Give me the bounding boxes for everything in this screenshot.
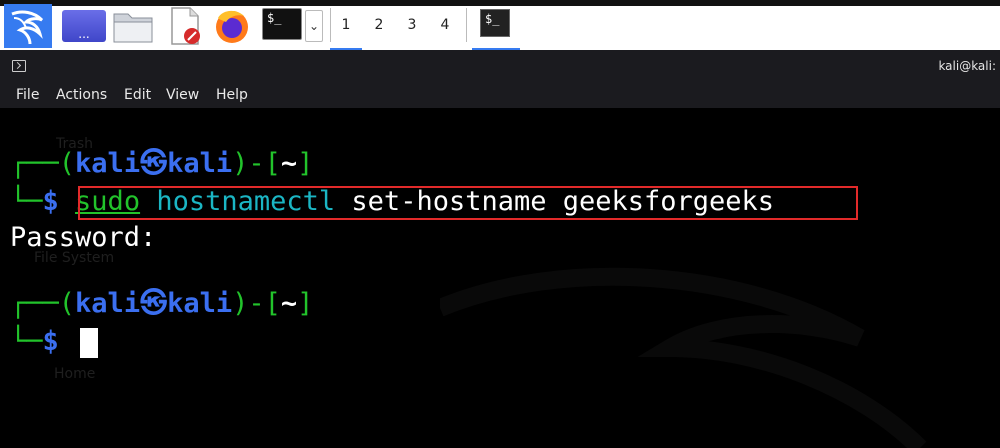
workspace-label: 1 bbox=[341, 17, 351, 33]
file-manager-launcher[interactable] bbox=[112, 8, 154, 44]
prompt-user: kali bbox=[75, 288, 141, 319]
kali-dragon-icon bbox=[11, 10, 44, 45]
prompt-user: kali bbox=[75, 148, 141, 179]
firefox-icon bbox=[216, 10, 248, 43]
workspace-1[interactable]: 1 bbox=[330, 0, 362, 50]
workspace-3[interactable]: 3 bbox=[396, 0, 428, 50]
terminal-icon: $_ bbox=[480, 9, 510, 37]
password-prompt: Password: bbox=[10, 222, 157, 253]
text-cursor[interactable] bbox=[80, 328, 98, 358]
prompt-paren-open: ( bbox=[58, 148, 76, 179]
prompt-line-2: ┌──(kali㉿kali)-[~] bbox=[10, 286, 313, 322]
menu-edit[interactable]: Edit bbox=[124, 87, 151, 103]
prompt-bracket: )-[ bbox=[232, 148, 281, 179]
text-editor-launcher[interactable] bbox=[168, 6, 204, 46]
menu-file[interactable]: File bbox=[16, 87, 39, 103]
terminal-window-icon bbox=[12, 60, 26, 72]
output-line: Password: bbox=[10, 220, 156, 256]
terminal-launcher[interactable]: $_ bbox=[262, 8, 302, 40]
terminal-prompt-icon: $_ bbox=[267, 11, 282, 25]
kali-dragon-watermark bbox=[440, 267, 927, 448]
workspace-2[interactable]: 2 bbox=[363, 0, 395, 50]
prompt-corner: └─ bbox=[10, 186, 43, 217]
prompt-corner: ┌── bbox=[10, 148, 59, 179]
kali-menu-button[interactable] bbox=[4, 4, 52, 48]
firefox-launcher[interactable] bbox=[212, 6, 252, 46]
workspace-label: 2 bbox=[374, 17, 384, 33]
folder-icon bbox=[113, 13, 153, 43]
command-highlight-box bbox=[78, 186, 858, 220]
menu-actions[interactable]: Actions bbox=[56, 87, 107, 103]
prompt-host: kali bbox=[167, 148, 233, 179]
show-desktop-button[interactable]: ... bbox=[62, 10, 106, 42]
menu-view[interactable]: View bbox=[166, 87, 199, 103]
menu-bar: File Actions Edit View Help bbox=[0, 82, 1000, 108]
prompt-line-1: ┌──(kali㉿kali)-[~] bbox=[10, 146, 313, 182]
desktop-label-home: Home bbox=[54, 366, 96, 382]
window-title: kali@kali: bbox=[938, 59, 996, 73]
prompt-bracket: )-[ bbox=[232, 288, 281, 319]
workspace-4[interactable]: 4 bbox=[429, 0, 461, 50]
menu-help[interactable]: Help bbox=[216, 87, 248, 103]
window-titlebar[interactable]: kali@kali: bbox=[0, 50, 1000, 82]
prompt-paren-open: ( bbox=[58, 288, 76, 319]
prompt-dollar: $ bbox=[42, 186, 59, 217]
prompt-dir: ~ bbox=[280, 148, 298, 179]
prompt-bracket-end: ] bbox=[297, 148, 314, 179]
prompt-bracket-end: ] bbox=[297, 288, 314, 319]
input-line: └─$ bbox=[10, 324, 59, 360]
taskbar-terminal-window[interactable]: $_ bbox=[472, 0, 520, 50]
prompt-dollar: $ bbox=[42, 326, 59, 357]
workspace-label: 3 bbox=[407, 17, 417, 33]
panel-separator bbox=[466, 8, 467, 42]
prompt-at-symbol: ㉿ bbox=[140, 288, 168, 319]
prompt-host: kali bbox=[167, 288, 233, 319]
workspace-label: 4 bbox=[440, 17, 450, 33]
text-editor-icon bbox=[171, 7, 200, 45]
terminal-launcher-dropdown[interactable]: ⌄ bbox=[305, 10, 323, 42]
chevron-down-icon: ⌄ bbox=[308, 19, 320, 33]
top-panel: ... $_ ⌄ 1 2 3 4 $_ bbox=[0, 0, 1000, 50]
prompt-corner: ┌── bbox=[10, 288, 59, 319]
desk-switch-dots: ... bbox=[78, 27, 90, 41]
prompt-at-symbol: ㉿ bbox=[140, 148, 168, 179]
prompt-dir: ~ bbox=[280, 288, 298, 319]
terminal-prompt-glyph: $_ bbox=[485, 12, 500, 26]
prompt-corner: └─ bbox=[10, 326, 43, 357]
